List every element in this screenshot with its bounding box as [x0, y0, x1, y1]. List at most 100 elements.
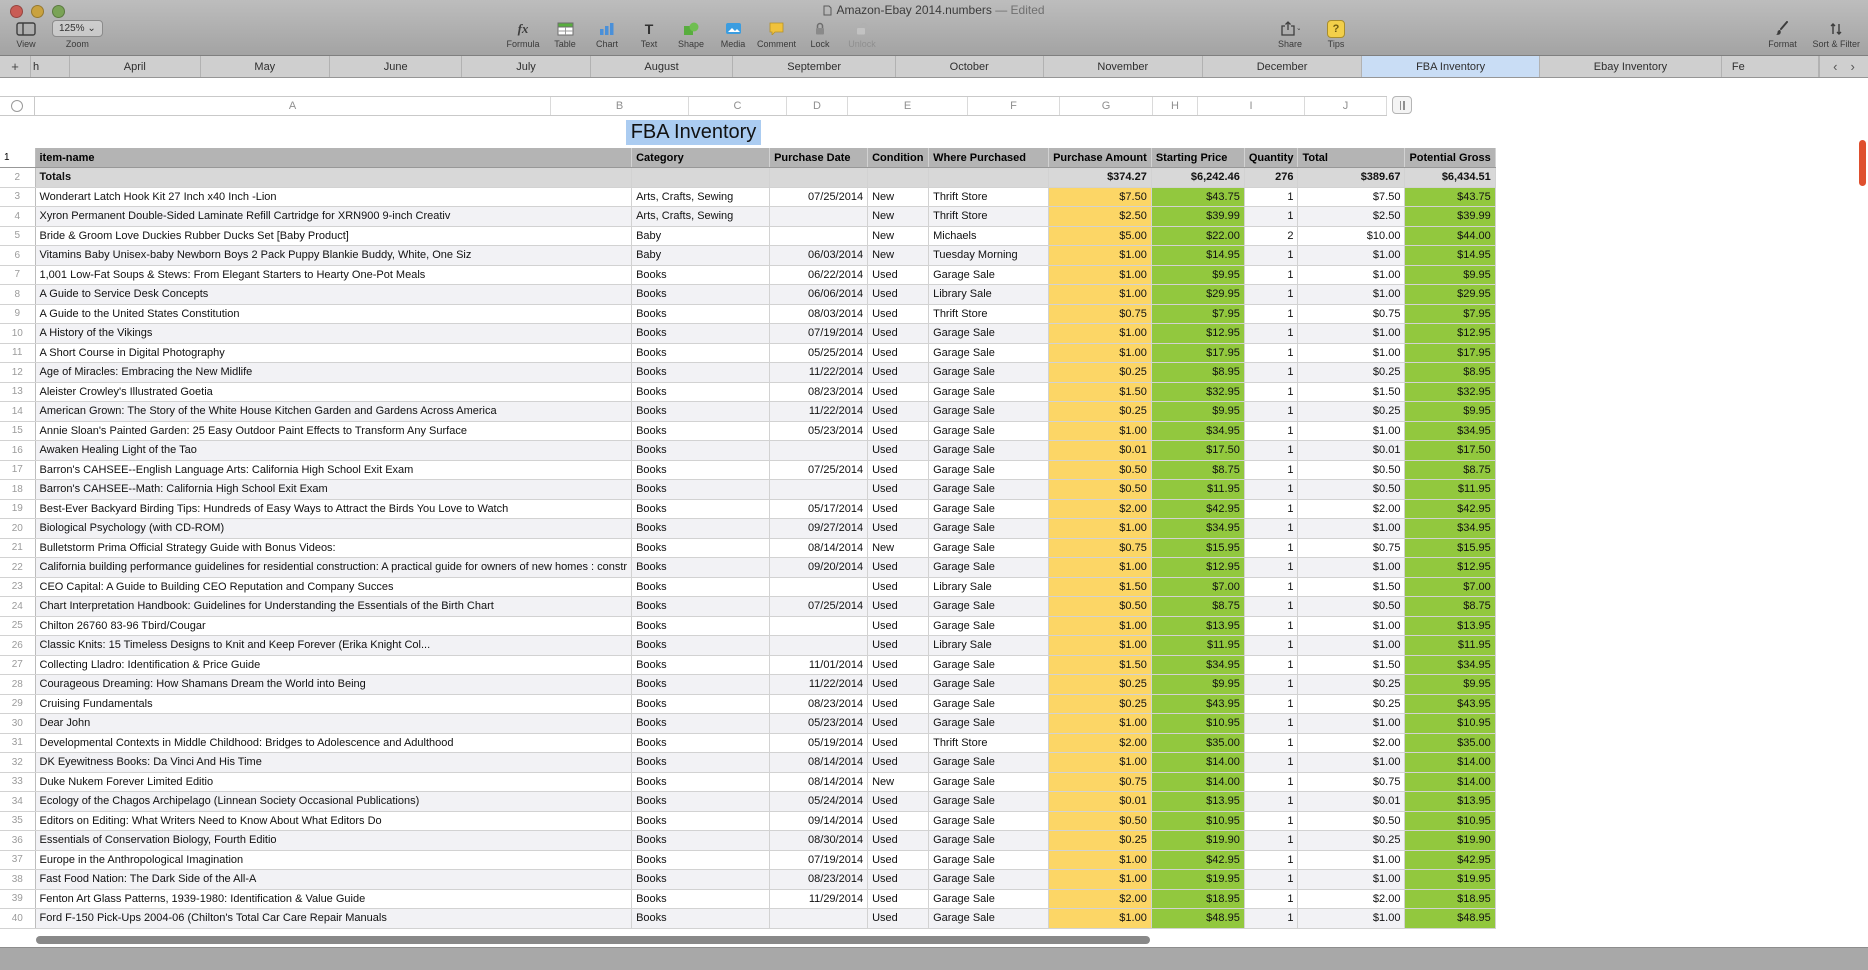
cell-qty[interactable]: 1 — [1244, 245, 1299, 266]
cell-where[interactable]: Garage Sale — [928, 811, 1050, 831]
cell-date[interactable]: 09/20/2014 — [769, 557, 869, 578]
cell-qty[interactable]: 2 — [1244, 226, 1299, 246]
cell-start[interactable]: $13.95 — [1151, 791, 1245, 812]
cell-total[interactable]: $7.50 — [1297, 187, 1406, 207]
cell-total[interactable]: $0.75 — [1297, 538, 1406, 558]
cell-cond[interactable]: Used — [867, 499, 930, 519]
cell-amt[interactable]: $0.75 — [1048, 538, 1152, 558]
column-header-F[interactable]: F — [968, 97, 1060, 115]
cell-name[interactable]: DK Eyewitness Books: Da Vinci And His Ti… — [35, 752, 633, 773]
cell-date[interactable]: 07/19/2014 — [769, 323, 869, 344]
cell-qty[interactable]: 1 — [1244, 850, 1299, 870]
cell-gross[interactable]: $42.95 — [1404, 499, 1496, 519]
row-number[interactable]: 28 — [0, 674, 36, 695]
cell-start[interactable]: $8.75 — [1151, 460, 1245, 480]
cell-cond[interactable]: Used — [867, 655, 930, 675]
cell-name[interactable]: Essentials of Conservation Biology, Four… — [35, 830, 633, 851]
cell-amt[interactable]: $0.75 — [1048, 304, 1152, 324]
row-number[interactable]: 14 — [0, 401, 36, 422]
cell-cond[interactable]: Used — [867, 635, 930, 656]
cell-gross[interactable]: $13.95 — [1404, 791, 1496, 812]
cell-name[interactable]: Europe in the Anthropological Imaginatio… — [35, 850, 633, 870]
cell-where[interactable]: Tuesday Morning — [928, 245, 1050, 266]
cell-start[interactable]: $14.00 — [1151, 772, 1245, 792]
cell-date[interactable] — [769, 226, 869, 246]
cell-qty[interactable]: 1 — [1244, 460, 1299, 480]
cell-cat[interactable]: Books — [631, 284, 771, 305]
cell-start[interactable]: $34.95 — [1151, 421, 1245, 441]
cell-where[interactable]: Where Purchased — [928, 148, 1050, 168]
cell-start[interactable]: $17.50 — [1151, 440, 1245, 461]
cell-gross[interactable]: $34.95 — [1404, 518, 1496, 539]
vertical-scrollbar[interactable] — [1859, 140, 1866, 186]
cell-start[interactable]: $12.95 — [1151, 557, 1245, 578]
cell-start[interactable]: $9.95 — [1151, 265, 1245, 285]
cell-where[interactable]: Library Sale — [928, 284, 1050, 305]
cell-qty[interactable]: 1 — [1244, 499, 1299, 519]
cell-total[interactable]: $1.00 — [1297, 323, 1406, 344]
cell-total[interactable]: $0.25 — [1297, 401, 1406, 422]
cell-total[interactable]: $2.50 — [1297, 206, 1406, 227]
cell-date[interactable]: 06/22/2014 — [769, 265, 869, 285]
sheet-tab-september[interactable]: September — [733, 56, 896, 77]
cell-total[interactable]: $1.00 — [1297, 908, 1406, 929]
cell-qty[interactable]: 1 — [1244, 713, 1299, 734]
cell-gross[interactable]: $17.50 — [1404, 440, 1496, 461]
cell-name[interactable]: Classic Knits: 15 Timeless Designs to Kn… — [35, 635, 633, 656]
cell-gross[interactable]: $12.95 — [1404, 557, 1496, 578]
cell-gross[interactable]: $15.95 — [1404, 538, 1496, 558]
cell-cat[interactable]: Books — [631, 811, 771, 831]
cell-cat[interactable]: Books — [631, 343, 771, 363]
cell-where[interactable]: Garage Sale — [928, 772, 1050, 792]
cell-amt[interactable]: $5.00 — [1048, 226, 1152, 246]
cell-cond[interactable]: Used — [867, 889, 930, 909]
cell-start[interactable]: $19.90 — [1151, 830, 1245, 851]
cell-name[interactable]: American Grown: The Story of the White H… — [35, 401, 633, 422]
cell-qty[interactable]: 1 — [1244, 440, 1299, 461]
cell-date[interactable]: 08/14/2014 — [769, 752, 869, 773]
column-header-D[interactable]: D — [787, 97, 848, 115]
cell-name[interactable]: Chilton 26760 83-96 Tbird/Cougar — [35, 616, 633, 636]
sheet-tab-july[interactable]: July — [462, 56, 591, 77]
cell-cat[interactable]: Books — [631, 538, 771, 558]
cell-amt[interactable]: $0.50 — [1048, 460, 1152, 480]
row-number[interactable]: 4 — [0, 206, 36, 227]
cell-qty[interactable]: 1 — [1244, 596, 1299, 617]
cell-cat[interactable]: Books — [631, 362, 771, 383]
cell-cond[interactable]: Used — [867, 908, 930, 929]
cell-cond[interactable]: Used — [867, 733, 930, 753]
cell-where[interactable]: Garage Sale — [928, 499, 1050, 519]
row-number[interactable]: 6 — [0, 245, 36, 266]
cell-gross[interactable]: $14.00 — [1404, 752, 1496, 773]
cell-start[interactable]: $14.00 — [1151, 752, 1245, 773]
cell-gross[interactable]: $17.95 — [1404, 343, 1496, 363]
cell-gross[interactable]: $34.95 — [1404, 655, 1496, 675]
cell-qty[interactable]: 1 — [1244, 616, 1299, 636]
row-number[interactable]: 26 — [0, 635, 36, 656]
row-number[interactable]: 15 — [0, 421, 36, 441]
tips-button[interactable]: ? Tips — [1318, 19, 1354, 49]
cell-name[interactable]: Ford F-150 Pick-Ups 2004-06 (Chilton's T… — [35, 908, 633, 929]
cell-date[interactable]: 08/14/2014 — [769, 538, 869, 558]
table-button[interactable]: Table — [547, 19, 583, 49]
row-number[interactable]: 34 — [0, 791, 36, 812]
column-header-A[interactable]: A — [35, 97, 551, 115]
cell-cond[interactable]: Used — [867, 830, 930, 851]
cell-amt[interactable]: $1.00 — [1048, 713, 1152, 734]
cell-gross[interactable]: $9.95 — [1404, 401, 1496, 422]
cell-qty[interactable]: 1 — [1244, 733, 1299, 753]
cell-date[interactable]: 08/23/2014 — [769, 382, 869, 402]
cell-date[interactable] — [769, 479, 869, 500]
cell-total[interactable]: $1.00 — [1297, 635, 1406, 656]
cell-amt[interactable]: $1.00 — [1048, 850, 1152, 870]
cell-date[interactable]: 08/23/2014 — [769, 869, 869, 890]
cell-qty[interactable]: 1 — [1244, 421, 1299, 441]
cell-cond[interactable]: New — [867, 772, 930, 792]
cell-where[interactable]: Garage Sale — [928, 713, 1050, 734]
cell-start[interactable]: $9.95 — [1151, 674, 1245, 695]
cell-date[interactable]: 08/23/2014 — [769, 694, 869, 714]
cell-amt[interactable]: $0.01 — [1048, 791, 1152, 812]
cell-total[interactable]: $1.00 — [1297, 869, 1406, 890]
cell-date[interactable]: 08/14/2014 — [769, 772, 869, 792]
cell-cat[interactable]: Books — [631, 733, 771, 753]
